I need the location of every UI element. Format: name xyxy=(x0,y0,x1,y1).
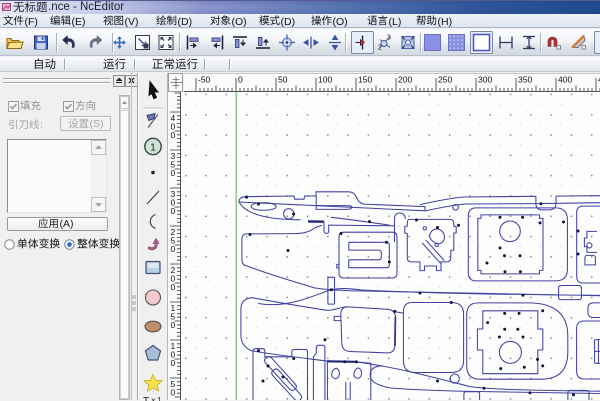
svg-text:2: 2 xyxy=(378,45,382,52)
svg-text:100: 100 xyxy=(318,74,332,84)
svg-text:0: 0 xyxy=(171,282,176,292)
svg-text:0: 0 xyxy=(171,130,176,140)
svg-text:0: 0 xyxy=(171,168,176,178)
svg-text:0: 0 xyxy=(171,358,176,368)
svg-text:3: 3 xyxy=(387,35,391,42)
svg-text:400: 400 xyxy=(558,74,572,84)
svg-text:0: 0 xyxy=(171,320,176,330)
svg-text:250: 250 xyxy=(438,74,452,84)
svg-text:0: 0 xyxy=(171,388,176,398)
svg-text:150: 150 xyxy=(358,74,372,84)
svg-text:0: 0 xyxy=(238,74,243,84)
svg-text:350: 350 xyxy=(518,74,532,84)
svg-text:0: 0 xyxy=(171,206,176,216)
svg-text:1: 1 xyxy=(150,142,156,153)
svg-text:-50: -50 xyxy=(198,74,211,84)
svg-text:50: 50 xyxy=(278,74,288,84)
svg-text:0: 0 xyxy=(171,244,176,254)
svg-text:200: 200 xyxy=(398,74,412,84)
svg-text:300: 300 xyxy=(478,74,492,84)
